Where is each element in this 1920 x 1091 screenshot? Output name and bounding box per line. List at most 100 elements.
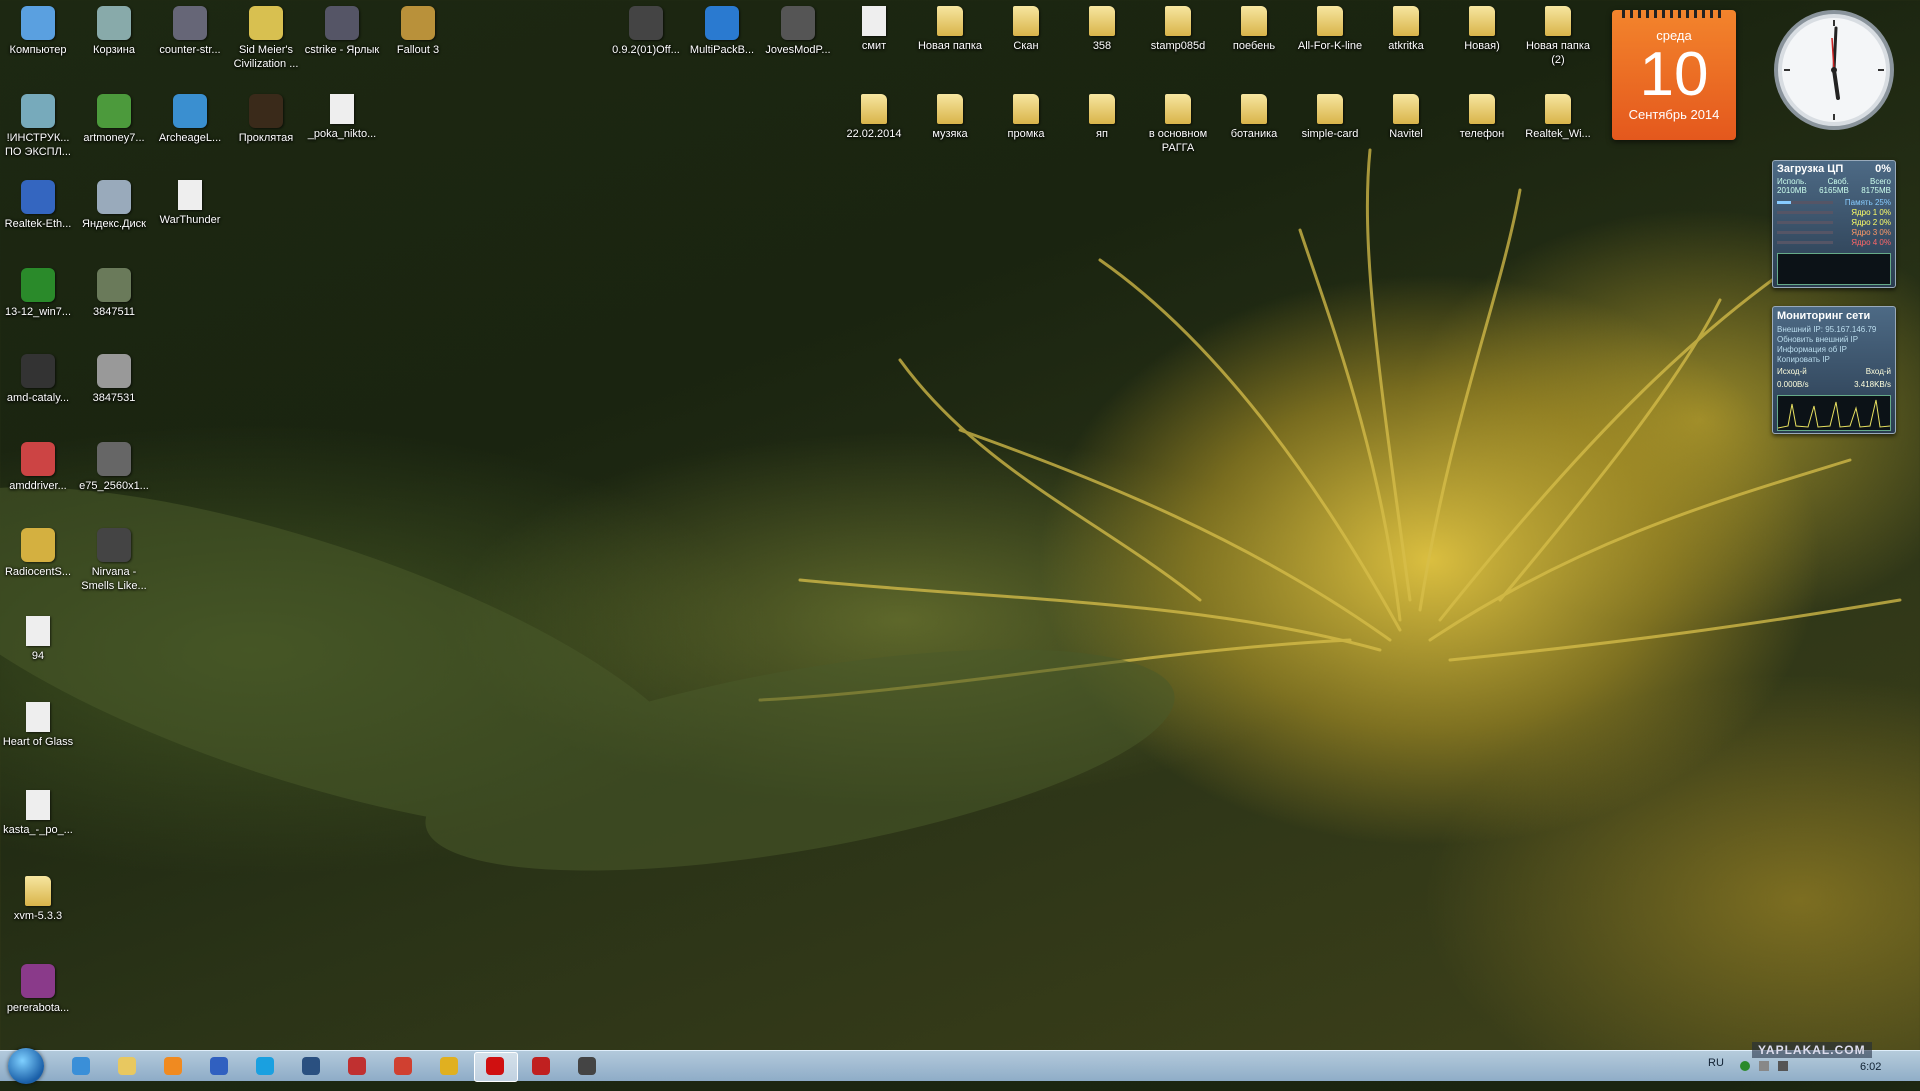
desktop-left-icon-item[interactable]: Realtek-Eth...: [0, 180, 76, 231]
volume-tray-icon[interactable]: [1759, 1061, 1770, 1071]
desktop-left-icon-item[interactable]: Fallout 3: [380, 6, 456, 57]
network-tray-icon[interactable]: [1740, 1061, 1750, 1071]
desktop-left-icon-item[interactable]: !ИНСТРУК... ПО ЭКСПЛ...: [0, 94, 76, 159]
desktop-left-icon-item[interactable]: _poka_nikto...: [304, 94, 380, 141]
desktop-top-icon-item[interactable]: поебень: [1216, 6, 1292, 53]
desktop-top-icon-item[interactable]: stamp085d: [1140, 6, 1216, 53]
desktop-icon-label: counter-str...: [159, 44, 221, 56]
desktop-top-icon-item[interactable]: телефон: [1444, 94, 1520, 141]
desktop-top-icon-item[interactable]: Realtek_Wi...: [1520, 94, 1596, 141]
cpu-gadget[interactable]: Загрузка ЦП 0% Исполь. Своб. Всего 2010M…: [1772, 160, 1896, 288]
clock-gadget[interactable]: [1772, 8, 1896, 132]
language-indicator[interactable]: RU: [1708, 1057, 1724, 1087]
desktop-left-icon-item[interactable]: 3847531: [76, 354, 152, 405]
action-center-tray-icon[interactable]: [1778, 1061, 1789, 1071]
desktop-left-icon-item[interactable]: counter-str...: [152, 6, 228, 57]
desktop-left-icon-item[interactable]: amddriver...: [0, 442, 76, 493]
desktop-top-icon-item[interactable]: 22.02.2014: [836, 94, 912, 141]
file-icon: [862, 6, 886, 36]
desktop-top-icon-item[interactable]: в основном РАГГА: [1140, 94, 1216, 155]
start-button[interactable]: [8, 1048, 44, 1084]
desktop-left-icon-item[interactable]: Проклятая: [228, 94, 304, 145]
desktop-icon-label: Новая папка: [917, 40, 983, 52]
desktop-left-icon-item[interactable]: Sid Meier's Civilization ...: [228, 6, 304, 71]
shield-app-icon[interactable]: [348, 1057, 366, 1075]
ie-icon[interactable]: [72, 1057, 90, 1075]
desktop-top-icon-item[interactable]: музяка: [912, 94, 988, 141]
file-icon: [26, 616, 50, 646]
r-app-icon[interactable]: [302, 1057, 320, 1075]
desktop-icon-label: яп: [1096, 128, 1108, 140]
network-out-label: Исход-й: [1777, 367, 1807, 376]
network-info-link[interactable]: Информация об IP: [1773, 345, 1895, 355]
cpu-value-free: 6165MB: [1819, 186, 1849, 195]
desktop-top-icon-item[interactable]: ботаника: [1216, 94, 1292, 141]
desktop-left-icon-item[interactable]: Яндекс.Диск: [76, 180, 152, 231]
desktop-top-icon-item[interactable]: MultiPackB...: [684, 6, 760, 57]
chrome-icon[interactable]: [440, 1057, 458, 1075]
cpu-core-row: Ядро 2 0%: [1777, 217, 1891, 227]
desktop-left-icon-item[interactable]: ArcheageL...: [152, 94, 228, 145]
cpu-label-free: Своб.: [1827, 177, 1849, 186]
desktop-top-icon-item[interactable]: Navitel: [1368, 94, 1444, 141]
shortcut-icon: [21, 6, 55, 40]
desktop-icon-label: 22.02.2014: [846, 128, 902, 140]
cpu-cores: Память 25% Ядро 1 0% Ядро 2 0% Ядро 3 0% Ядр…: [1773, 195, 1895, 249]
desktop-top-icon-item[interactable]: JovesModP...: [760, 6, 836, 57]
explorer-icon[interactable]: [118, 1057, 136, 1075]
desktop-left-icon-item[interactable]: amd-cataly...: [0, 354, 76, 405]
desktop-left-icon-item[interactable]: e75_2560x1...: [76, 442, 152, 493]
desktop-left-icon-item[interactable]: artmoney7...: [76, 94, 152, 145]
desktop-left-icon-item[interactable]: Heart of Glass: [0, 702, 76, 749]
desktop-left-icon-item[interactable]: cstrike - Ярлык: [304, 6, 380, 57]
desktop-top-icon-item[interactable]: Новая папка (2): [1520, 6, 1596, 67]
desktop-left-icon-item[interactable]: Nirvana - Smells Like...: [76, 528, 152, 593]
desktop-left-icon-item[interactable]: xvm-5.3.3: [0, 876, 76, 923]
desktop-icon-label: kasta_-_po_...: [3, 824, 73, 836]
desktop-top-icon-item[interactable]: промка: [988, 94, 1064, 141]
network-gadget[interactable]: Мониторинг сети Внешний IP: 95.167.146.7…: [1772, 306, 1896, 434]
network-refresh-link[interactable]: Обновить внешний IP: [1773, 335, 1895, 345]
desktop-top-icon-item[interactable]: смит: [836, 6, 912, 53]
desktop-left-icon-item[interactable]: pererabota...: [0, 964, 76, 1015]
desktop-icon-label: _poka_nikto...: [307, 128, 377, 140]
desktop-left-icon-item[interactable]: Корзина: [76, 6, 152, 57]
desktop-top-icon-item[interactable]: Новая): [1444, 6, 1520, 53]
calendar-gadget[interactable]: среда 10 Сентябрь 2014: [1612, 10, 1736, 140]
desktop-icon-label: поебень: [1232, 40, 1276, 52]
ball-app-icon[interactable]: [532, 1057, 550, 1075]
media-player-icon[interactable]: [164, 1057, 182, 1075]
desktop-left-icon-item[interactable]: WarThunder: [152, 180, 228, 227]
skype-icon[interactable]: [256, 1057, 274, 1075]
cpu-core-bar: [1777, 220, 1833, 224]
folder-icon: [1013, 6, 1039, 36]
taskbar-clock[interactable]: 6:02: [1860, 1061, 1881, 1091]
cpu-core-row: Ядро 1 0%: [1777, 207, 1891, 217]
folder-icon: [1165, 6, 1191, 36]
shortcut-icon: [97, 180, 131, 214]
desktop-left-icon-item[interactable]: Компьютер: [0, 6, 76, 57]
desktop-top-icon-item[interactable]: 358: [1064, 6, 1140, 53]
speed-icon[interactable]: [210, 1057, 228, 1075]
desktop-left-icon-item[interactable]: kasta_-_po_...: [0, 790, 76, 837]
cpu-label-used: Исполь.: [1777, 177, 1807, 186]
folder-icon: [1545, 94, 1571, 124]
desktop-top-icon-item[interactable]: яп: [1064, 94, 1140, 141]
desktop-top-icon-item[interactable]: Новая папка: [912, 6, 988, 53]
desktop-top-icon-item[interactable]: simple-card: [1292, 94, 1368, 141]
desktop-left-icon-item[interactable]: 13-12_win7...: [0, 268, 76, 319]
sync-icon[interactable]: [394, 1057, 412, 1075]
network-copy-link[interactable]: Копировать IP: [1773, 355, 1895, 365]
system-tray-icons[interactable]: [1740, 1061, 1836, 1075]
desktop-left-icon-item[interactable]: RadiocentS...: [0, 528, 76, 579]
desktop-top-icon-item[interactable]: Скан: [988, 6, 1064, 53]
desktop-left-icon-item[interactable]: 3847511: [76, 268, 152, 319]
desktop-top-icon-item[interactable]: All-For-K-line: [1292, 6, 1368, 53]
desktop-icon-label: artmoney7...: [83, 132, 145, 144]
desktop-icon-label: pererabota...: [6, 1002, 70, 1014]
tank-app-icon[interactable]: [578, 1057, 596, 1075]
desktop-top-icon-item[interactable]: atkritka: [1368, 6, 1444, 53]
desktop-left-icon-item[interactable]: 94: [0, 616, 76, 663]
opera-icon[interactable]: [486, 1057, 504, 1075]
desktop-top-icon-item[interactable]: 0.9.2(01)Off...: [608, 6, 684, 57]
